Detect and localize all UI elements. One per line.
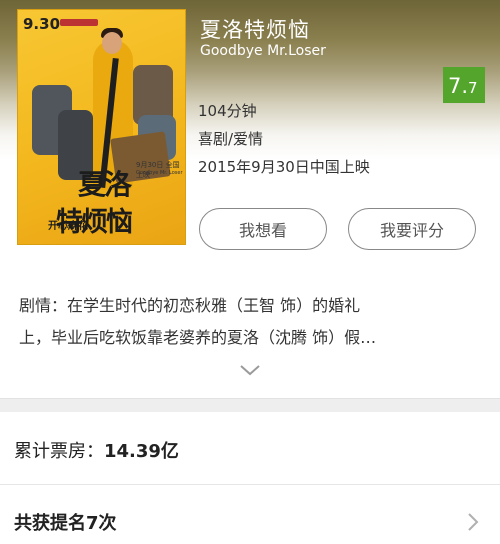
plot-line: 剧情：在学生时代的初恋秋雅（王智 饰）的婚礼	[19, 296, 361, 315]
rating-decimal: 7	[468, 79, 478, 97]
movie-release: 2015年9月30日中国上映	[198, 158, 370, 176]
movie-header: 9.30 9月30日 全国上映 Goodbye Mr. Loser 夏洛 特烦恼…	[0, 0, 500, 398]
plot-summary[interactable]: 剧情：在学生时代的初恋秋雅（王智 饰）的婚礼 上，毕业后吃软饭靠老婆养的夏洛（沈…	[19, 290, 481, 354]
chevron-down-icon[interactable]	[238, 362, 262, 378]
want-to-see-button[interactable]: 我想看	[199, 208, 327, 250]
movie-poster[interactable]: 9.30 9月30日 全国上映 Goodbye Mr. Loser 夏洛 特烦恼…	[17, 9, 186, 245]
movie-genre: 喜剧/爱情	[198, 130, 264, 148]
poster-date: 9.30	[23, 15, 61, 33]
movie-title: 夏洛特烦恼	[200, 18, 310, 42]
poster-head	[102, 32, 122, 54]
rating-main: 7.	[448, 74, 469, 98]
poster-tagline: 开心麻花	[48, 221, 88, 232]
movie-title-en: Goodbye Mr.Loser	[200, 43, 326, 59]
movie-duration: 104分钟	[198, 102, 257, 120]
box-office-label: 累计票房：	[14, 441, 104, 462]
nominations-row[interactable]: 共获提名7次	[0, 485, 500, 544]
poster-logo	[60, 19, 98, 26]
section-divider	[0, 398, 500, 413]
rate-button[interactable]: 我要评分	[348, 208, 476, 250]
plot-line: 上，毕业后吃软饭靠老婆养的夏洛（沈腾 饰）假…	[19, 328, 377, 347]
poster-title-line1: 夏洛	[78, 168, 132, 201]
poster-subtitle: Goodbye Mr. Loser	[136, 170, 183, 176]
rating-badge: 7.7	[443, 67, 485, 103]
box-office-row: 累计票房：14.39亿	[0, 412, 500, 485]
box-office-value: 14.39亿	[104, 441, 179, 462]
nominations-label: 共获提名7次	[14, 513, 117, 534]
chevron-right-icon	[468, 513, 479, 531]
